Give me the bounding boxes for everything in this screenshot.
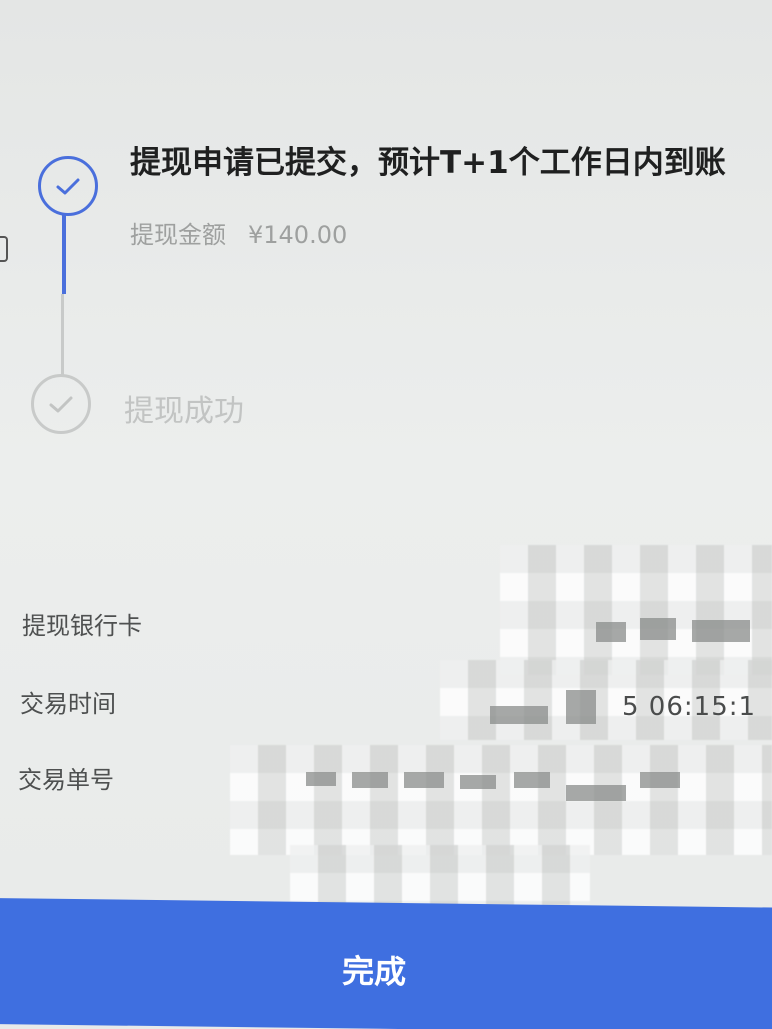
progress-line-active bbox=[62, 214, 66, 294]
pixelated-order-number-extra bbox=[290, 845, 590, 905]
order-number-label: 交易单号 bbox=[18, 766, 114, 794]
bank-card-label: 提现银行卡 bbox=[22, 612, 142, 640]
done-button[interactable]: 完成 bbox=[0, 898, 772, 1029]
withdrawal-amount-value: ¥140.00 bbox=[248, 221, 348, 249]
progress-line-inactive bbox=[61, 294, 64, 376]
pixelated-bank-card bbox=[500, 545, 772, 675]
withdrawal-amount-row: 提现金额 ¥140.00 bbox=[130, 215, 347, 250]
pixelated-order-number bbox=[230, 745, 772, 855]
withdrawal-amount-label: 提现金额 bbox=[130, 221, 226, 249]
step-submitted-check-icon bbox=[38, 156, 98, 216]
step-submitted-title: 提现申请已提交，预计T+1个工作日内到账 bbox=[130, 145, 726, 181]
withdrawal-status-page: 提现申请已提交，预计T+1个工作日内到账 提现金额 ¥140.00 提现成功 提现… bbox=[0, 0, 772, 1029]
step-success-title: 提现成功 bbox=[124, 394, 244, 429]
transaction-time-label: 交易时间 bbox=[20, 690, 116, 718]
edge-icon bbox=[0, 236, 8, 262]
done-button-label: 完成 bbox=[341, 952, 407, 992]
step-success-check-icon bbox=[31, 374, 91, 434]
transaction-time-value: 5 06:15:1 bbox=[622, 692, 757, 722]
